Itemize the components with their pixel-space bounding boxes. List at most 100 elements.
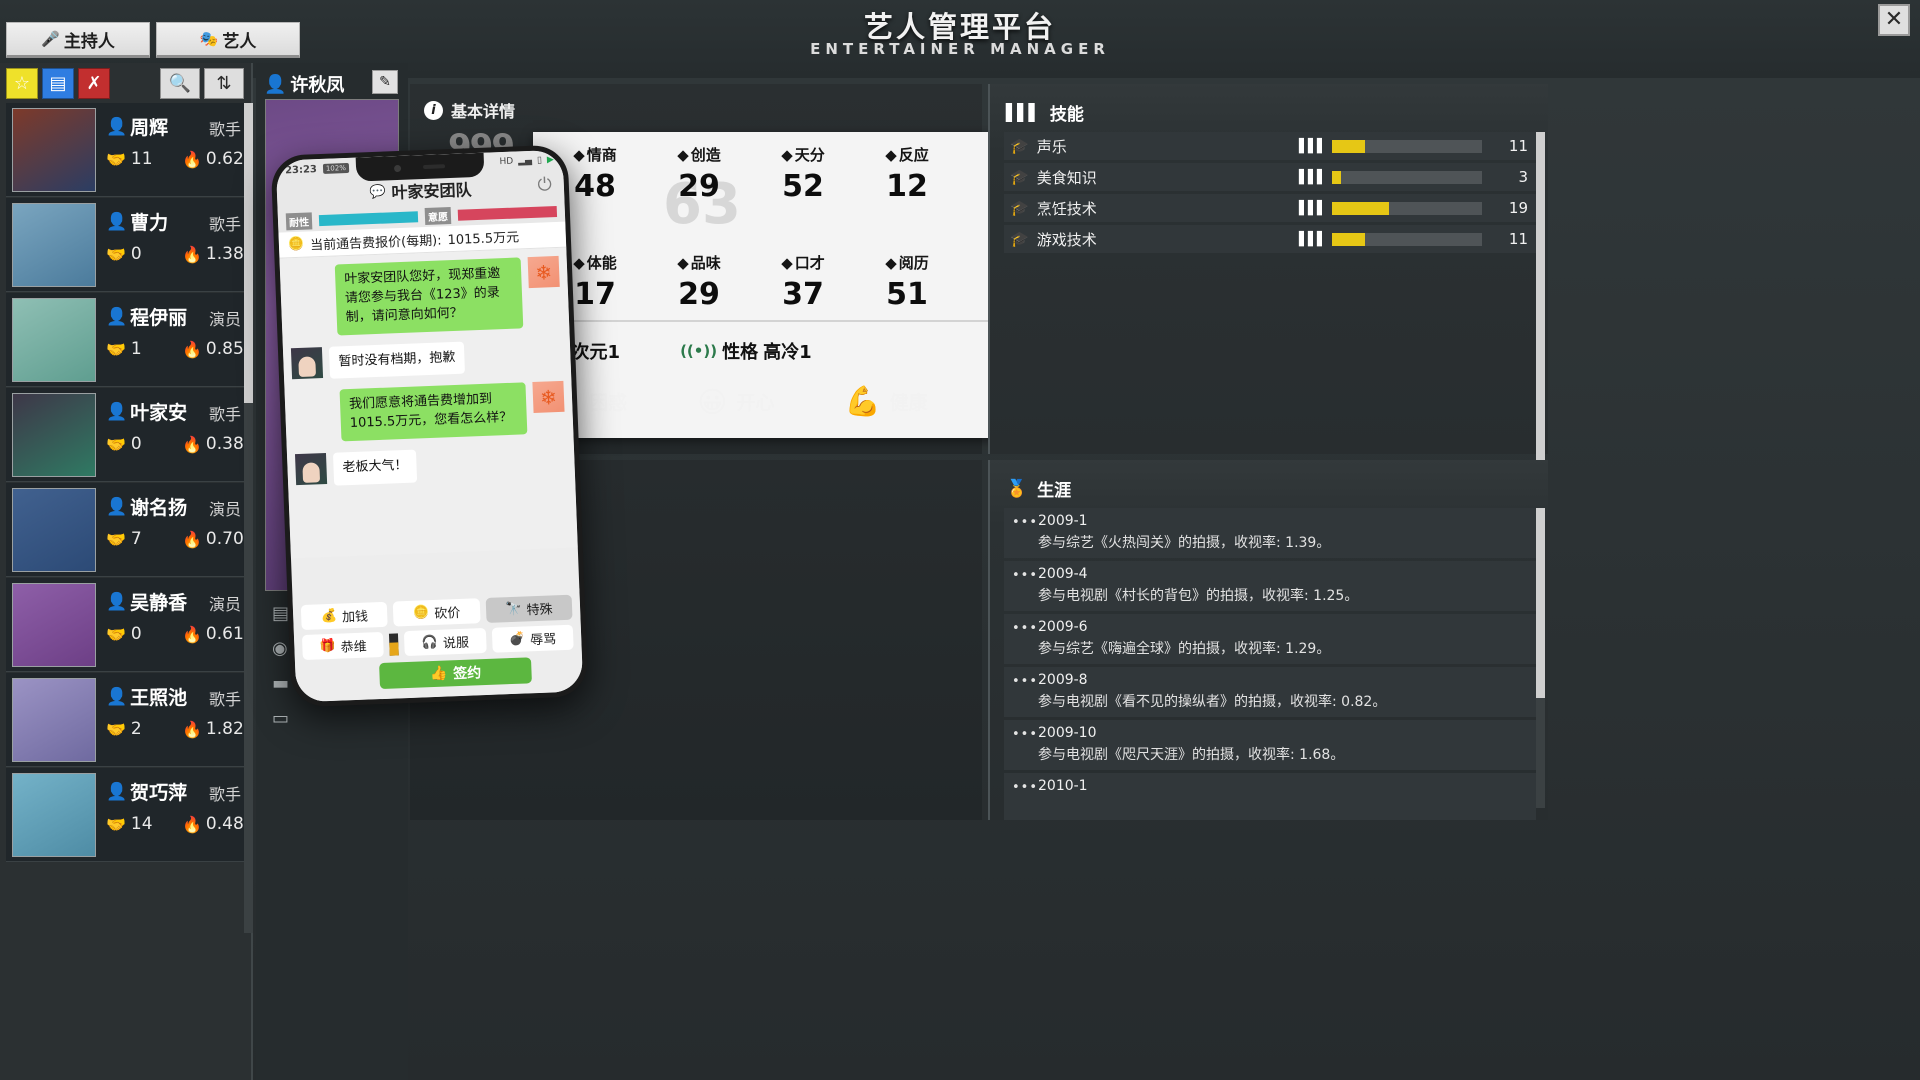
- basic-detail-title: 基本详情: [451, 98, 515, 122]
- artist-avatar: [12, 298, 96, 382]
- career-date: 2010-1: [1038, 778, 1528, 794]
- stat-label-row: ◆天分: [751, 144, 855, 165]
- artist-list-item[interactable]: 👤贺巧萍歌手🤝14🔥0.48: [6, 768, 249, 862]
- action-flatter[interactable]: 🎁 恭维: [302, 632, 384, 660]
- handshake-icon: 🤝: [106, 720, 126, 739]
- flame-icon: 🔥: [182, 530, 202, 549]
- stat-value: 51: [855, 277, 959, 312]
- skill-row[interactable]: 🎓烹饪技术▌▌▌19: [1004, 194, 1536, 222]
- coin-icon: 🪙: [413, 605, 430, 621]
- action-add-money[interactable]: 💰 加钱: [301, 602, 388, 630]
- lips-icon: ◆: [781, 254, 793, 272]
- favorite-filter-icon[interactable]: ☆: [6, 68, 38, 99]
- action-line-1: 💰 加钱 🪙 砍价 🔭 特殊: [301, 595, 573, 630]
- chat-bubble: 暂时没有档期，抱歉: [329, 341, 465, 379]
- artist-heat: 🔥0.61: [182, 624, 244, 644]
- artist-role: 歌手: [209, 211, 241, 235]
- info-icon: i: [424, 101, 443, 120]
- artist-list-item[interactable]: 👤曹力歌手🤝0🔥1.38: [6, 198, 249, 292]
- mood-happy-label: 开心: [736, 388, 774, 415]
- handshake-icon: 🤝: [106, 245, 126, 264]
- person-icon: 👤: [106, 212, 127, 232]
- search-icon[interactable]: 🔍: [160, 68, 200, 99]
- skill-name: 美食知识: [1037, 167, 1299, 188]
- career-list: •••2009-1参与综艺《火热闯关》的拍摄，收视率: 1.39。•••2009…: [1004, 508, 1536, 820]
- chat-message-list[interactable]: 叶家安团队您好，现郑重邀请您参与我台《123》的录制，请问意向如何？❄暂时没有档…: [279, 248, 577, 559]
- career-date: 2009-10: [1038, 725, 1528, 741]
- bullet-dots-icon: •••: [1012, 515, 1038, 530]
- mood-happy: 😀 开心: [697, 385, 774, 419]
- tab-artist[interactable]: 🎭 艺人: [156, 22, 300, 58]
- person-icon: 👤: [106, 117, 127, 137]
- handshake-icon: 🤝: [106, 625, 126, 644]
- share-icon: ◆: [885, 254, 897, 272]
- stat-value: 29: [647, 169, 751, 204]
- action-special[interactable]: 🔭 特殊: [485, 595, 572, 623]
- bullet-dots-icon: •••: [1012, 780, 1038, 795]
- artist-name: 叶家安: [130, 398, 187, 425]
- folder-icon[interactable]: ▭: [272, 708, 289, 729]
- action-insult[interactable]: 💣 辱骂: [491, 625, 573, 653]
- runner-icon: ◆: [885, 146, 897, 164]
- books-icon: ▌▌▌: [1299, 201, 1326, 216]
- skill-row[interactable]: 🎓美食知识▌▌▌3: [1004, 163, 1536, 191]
- negotiation-actions: 💰 加钱 🪙 砍价 🔭 特殊: [293, 588, 584, 702]
- phone-notch: [355, 153, 484, 182]
- remove-filter-icon[interactable]: ✗: [78, 68, 110, 99]
- artist-name-row: 👤吴静香: [106, 588, 187, 615]
- speaker-icon: [423, 164, 445, 169]
- stat-value: 52: [751, 169, 855, 204]
- sort-icon[interactable]: ⇅: [204, 68, 244, 99]
- skill-row[interactable]: 🎓游戏技术▌▌▌11: [1004, 225, 1536, 253]
- edit-profile-button[interactable]: ✎: [372, 70, 398, 94]
- artist-heat-value: 0.61: [206, 624, 244, 644]
- coins-icon[interactable]: ◉: [272, 638, 289, 659]
- artist-heat-value: 0.62: [206, 149, 244, 169]
- artist-list-scrollbar[interactable]: [244, 103, 253, 933]
- artist-list[interactable]: 👤周辉歌手🤝11🔥0.62👤曹力歌手🤝0🔥1.38👤程伊丽演员🤝1🔥0.85👤叶…: [6, 103, 249, 933]
- artist-name: 贺巧萍: [130, 778, 187, 805]
- artist-contacts-value: 0: [131, 244, 142, 264]
- briefcase-icon[interactable]: ▬: [272, 673, 289, 694]
- action-special-label: 特殊: [526, 598, 553, 618]
- graduation-cap-icon: 🎓: [1010, 199, 1029, 217]
- career-item: •••2009-8参与电视剧《看不见的操纵者》的拍摄，收视率: 0.82。: [1004, 667, 1536, 717]
- person-icon: 👤: [264, 74, 286, 95]
- artist-list-item[interactable]: 👤谢名扬演员🤝7🔥0.70: [6, 483, 249, 577]
- skill-name: 烹饪技术: [1037, 198, 1299, 219]
- artist-role: 演员: [209, 496, 241, 520]
- stat-label: 阅历: [899, 252, 929, 273]
- skill-row[interactable]: 🎓声乐▌▌▌11: [1004, 132, 1536, 160]
- skill-progress-bar: [1332, 140, 1482, 153]
- person-icon: 👤: [106, 687, 127, 707]
- contact-filter-icon[interactable]: ▤: [42, 68, 74, 99]
- close-button[interactable]: ✕: [1878, 4, 1910, 36]
- flower-icon: ❄: [535, 260, 553, 285]
- artist-list-item[interactable]: 👤王照池歌手🤝2🔥1.82: [6, 673, 249, 767]
- top-tabs: 🎤 主持人 🎭 艺人: [6, 22, 300, 58]
- tab-host[interactable]: 🎤 主持人: [6, 22, 150, 58]
- action-bargain[interactable]: 🪙 砍价: [393, 598, 480, 626]
- career-item: •••2009-1参与综艺《火热闯关》的拍摄，收视率: 1.39。: [1004, 508, 1536, 558]
- stat-label: 创造: [691, 144, 721, 165]
- artist-list-item[interactable]: 👤程伊丽演员🤝1🔥0.85: [6, 293, 249, 387]
- contact-card-icon[interactable]: ▤: [272, 603, 289, 624]
- camera-icon: [394, 164, 401, 171]
- stat-value: 29: [647, 277, 751, 312]
- person-icon: 👤: [106, 307, 127, 327]
- artist-contacts-value: 14: [131, 814, 153, 834]
- skills-scrollbar[interactable]: [1536, 132, 1545, 492]
- artist-role: 歌手: [209, 401, 241, 425]
- artist-list-item[interactable]: 👤吴静香演员🤝0🔥0.61: [6, 578, 249, 672]
- skill-value: 11: [1494, 137, 1528, 155]
- sign-contract-button[interactable]: 👍 签约: [379, 657, 532, 689]
- stat-cell-创造: ◆创造29: [647, 144, 751, 204]
- money-bag-icon: 💰: [321, 609, 338, 625]
- artist-list-item[interactable]: 👤叶家安歌手🤝0🔥0.38: [6, 388, 249, 482]
- artist-avatar: [12, 393, 96, 477]
- artist-list-item[interactable]: 👤周辉歌手🤝11🔥0.62: [6, 103, 249, 197]
- career-scrollbar[interactable]: [1536, 508, 1545, 808]
- artist-list-panel: ☆ ▤ ✗ 🔍 ⇅ 👤周辉歌手🤝11🔥0.62👤曹力歌手🤝0🔥1.38👤程伊丽演…: [0, 63, 253, 1080]
- action-persuade[interactable]: 🎧 说服: [404, 628, 486, 656]
- close-phone-button[interactable]: ⏻: [537, 174, 552, 196]
